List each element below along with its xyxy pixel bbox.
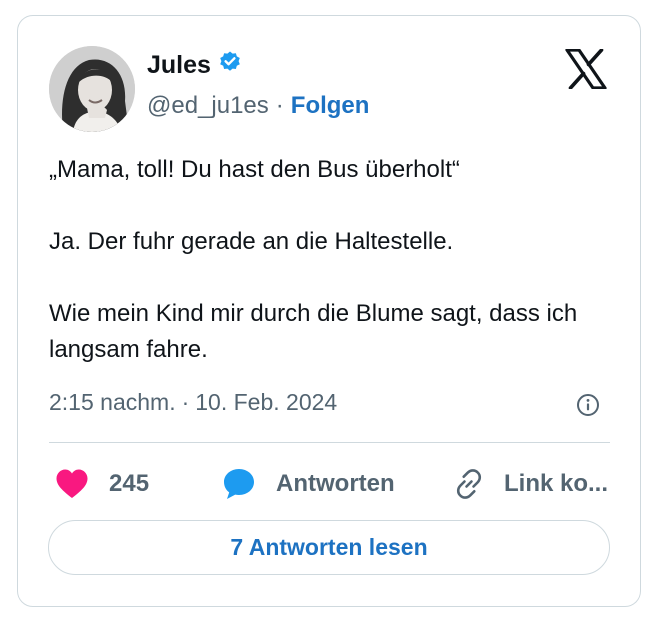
verified-badge-icon (218, 50, 242, 81)
follow-button[interactable]: Folgen (291, 92, 370, 120)
chain-link-icon (452, 467, 486, 501)
like-button[interactable]: 245 (55, 462, 149, 506)
avatar[interactable] (49, 46, 135, 132)
copy-link-label: Link ko... (504, 470, 609, 497)
tweet-timestamp[interactable]: 2:15 nachm. · 10. Feb. 2024 (49, 389, 337, 416)
heart-icon (55, 468, 89, 500)
reply-button[interactable]: Antworten (222, 462, 395, 506)
tweet-text: „Mama, toll! Du hast den Bus überholt“ J… (49, 152, 609, 368)
tweet-date: 10. Feb. 2024 (195, 389, 338, 415)
tweet-card: Jules @ed_ju1es · Folgen „Mama, toll! Du… (17, 15, 641, 607)
author-handle-row: @ed_ju1es · Folgen (147, 92, 369, 120)
speech-bubble-icon (222, 467, 256, 501)
author-name-row: Jules (147, 50, 242, 81)
x-logo-icon[interactable] (565, 48, 607, 90)
timestamp-separator: · (181, 389, 190, 415)
handle-separator: · (275, 92, 284, 119)
author-handle[interactable]: @ed_ju1es (147, 92, 269, 120)
copy-link-button[interactable]: Link ko... (452, 462, 608, 506)
author-name[interactable]: Jules (147, 51, 211, 80)
read-replies-button[interactable]: 7 Antworten lesen (48, 520, 610, 575)
divider (49, 442, 610, 443)
tweet-paragraph: „Mama, toll! Du hast den Bus überholt“ (49, 156, 460, 183)
tweet-actions: 245 Antworten Link ko... (49, 462, 610, 506)
like-count: 245 (109, 470, 150, 497)
info-icon[interactable] (576, 393, 600, 417)
avatar-photo (49, 46, 135, 132)
read-replies-label: 7 Antworten lesen (230, 534, 428, 560)
reply-label: Antworten (276, 470, 395, 497)
tweet-time: 2:15 nachm. (49, 389, 176, 415)
tweet-paragraph: Wie mein Kind mir durch die Blume sagt, … (49, 300, 578, 363)
tweet-paragraph: Ja. Der fuhr gerade an die Haltestelle. (49, 228, 454, 255)
